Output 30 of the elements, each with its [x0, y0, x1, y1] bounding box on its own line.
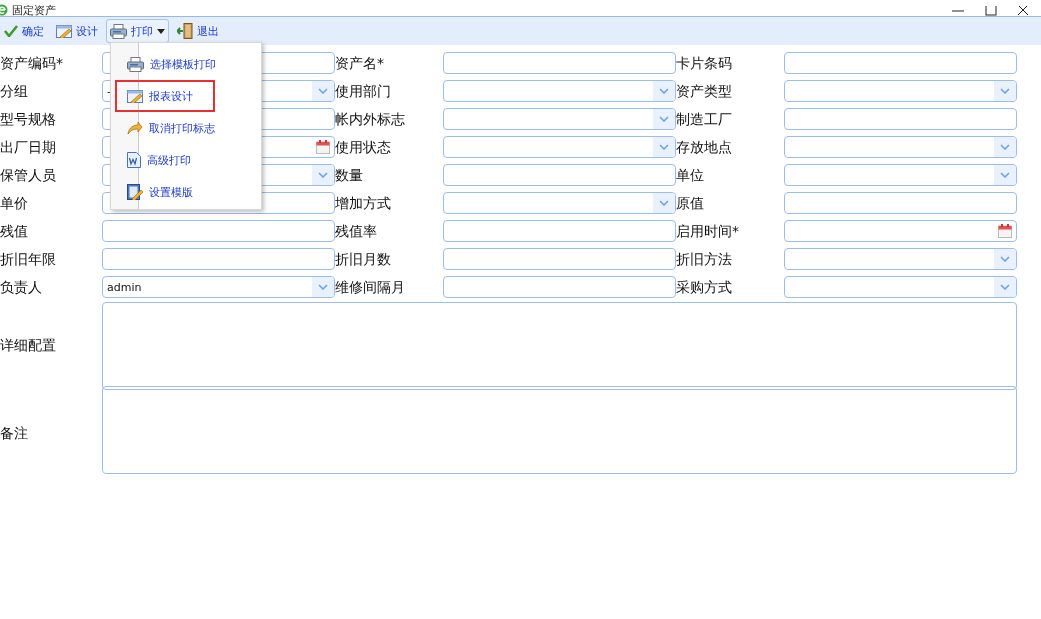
field-label: 单价 — [0, 194, 29, 213]
field-label: 启用时间* — [676, 222, 740, 241]
field-label: 出厂日期 — [0, 138, 57, 157]
field-label: 资产名* — [335, 54, 385, 73]
field-label: 卡片条码 — [676, 54, 733, 73]
field-label: 单位 — [676, 166, 705, 185]
field-label: 存放地点 — [676, 138, 733, 157]
field-label: 维修间隔月 — [335, 278, 406, 297]
field-label: 折旧方法 — [676, 250, 733, 269]
field-label: 使用状态 — [335, 138, 392, 157]
field-label: 采购方式 — [676, 278, 733, 297]
field-label: 分组 — [0, 82, 29, 101]
field-label: 使用部门 — [335, 82, 392, 101]
field-label: 数量 — [335, 166, 364, 185]
field-label: 残值率 — [335, 222, 378, 241]
field-label: 帐内外标志 — [335, 110, 406, 129]
field-label: 残值 — [0, 222, 29, 241]
field-label: 制造工厂 — [676, 110, 733, 129]
field-label: 负责人 — [0, 278, 43, 297]
field-label: 保管人员 — [0, 166, 57, 185]
field-label: 增加方式 — [335, 194, 392, 213]
field-label: 折旧年限 — [0, 250, 57, 269]
field-label: 型号规格 — [0, 110, 57, 129]
field-label: 详细配置 — [0, 336, 57, 355]
window-title: 固定资产 — [12, 5, 56, 16]
field-label: 资产类型 — [676, 82, 733, 101]
field-label: 备注 — [0, 424, 29, 443]
field-label: 折旧月数 — [335, 250, 392, 269]
field-label: 原值 — [676, 194, 705, 213]
field-label: 资产编码* — [0, 54, 64, 73]
